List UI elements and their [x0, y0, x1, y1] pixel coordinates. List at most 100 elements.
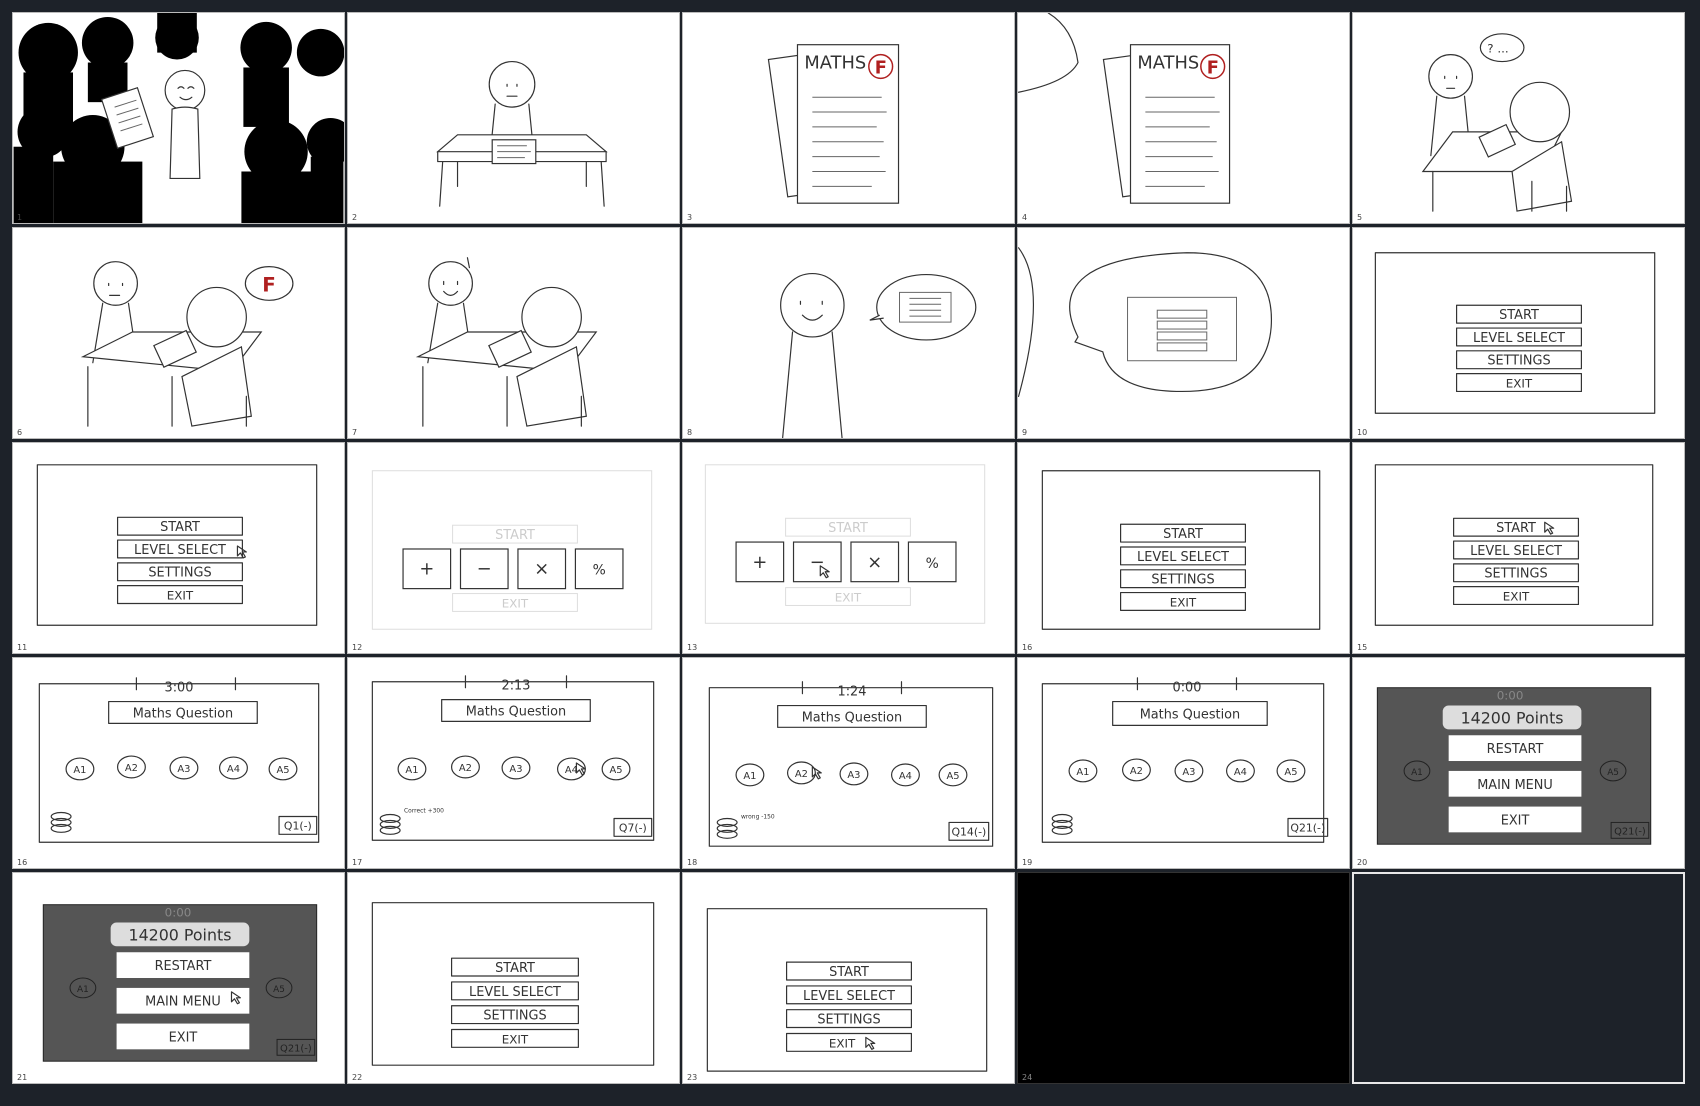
settings-button: SETTINGS — [148, 566, 211, 581]
panel-14: START LEVEL SELECT SETTINGS EXIT 16 — [1017, 442, 1350, 654]
answer-options: A1 A2 A3 A4 A5 — [735, 761, 968, 787]
main-menu: START LEVEL SELECT SETTINGS EXIT — [116, 516, 243, 605]
level-select-button: LEVEL SELECT — [469, 985, 561, 1000]
panel-number: 5 — [1357, 213, 1363, 222]
panel-10: START LEVEL SELECT SETTINGS EXIT 10 — [1352, 227, 1685, 439]
op-plus: + — [419, 559, 434, 580]
answer-options: A1 A2 A3 A4 A5 — [397, 755, 631, 781]
panel-15: START LEVEL SELECT SETTINGS EXIT 15 — [1352, 442, 1685, 654]
start-button: START — [1163, 527, 1203, 542]
panel-number: 6 — [17, 428, 23, 437]
answer-a2: A2 — [459, 763, 472, 774]
settings-button: SETTINGS — [1151, 573, 1214, 588]
op-percent: % — [926, 556, 939, 572]
answer-a3: A3 — [847, 770, 860, 781]
start-button: START — [160, 520, 200, 535]
question-counter: Q21(-) — [280, 1043, 312, 1054]
paper-grade: F — [875, 57, 887, 78]
level-select-button: LEVEL SELECT — [1137, 550, 1229, 565]
op-minus: − — [810, 552, 825, 573]
operation-select: + − × % — [402, 548, 624, 590]
points-total: 14200 Points — [129, 925, 232, 944]
panel-number: 20 — [1357, 858, 1368, 867]
bubble-grade: F — [262, 273, 276, 296]
start-button: START — [1496, 521, 1536, 536]
op-plus: + — [752, 552, 767, 573]
main-menu: START LEVEL SELECT SETTINGS EXIT — [785, 961, 912, 1052]
answer-a3: A3 — [177, 764, 190, 775]
answer-a4: A4 — [1234, 767, 1247, 778]
panel-21: 0:00 14200 Points RESTART MAIN MENU EXIT… — [12, 872, 345, 1084]
panel-13: START EXIT + − × % 13 — [682, 442, 1015, 654]
confused-text: ? ... — [1487, 42, 1508, 56]
main-menu: START LEVEL SELECT SETTINGS EXIT — [1120, 523, 1247, 611]
timer-text: 0:00 — [165, 906, 192, 920]
faded-exit-label: EXIT — [502, 596, 529, 610]
storyboard: 1 2 MATHS F 3 MATHS F 4 ? ... 5 F 6 7 8 … — [0, 0, 1700, 1106]
main-menu: START LEVEL SELECT SETTINGS EXIT — [450, 957, 579, 1048]
failed-test-papers: MATHS F — [767, 44, 900, 204]
panel-22: START LEVEL SELECT SETTINGS EXIT 22 — [347, 872, 680, 1084]
level-select-button: LEVEL SELECT — [803, 989, 895, 1004]
main-menu-button: MAIN MENU — [145, 995, 221, 1010]
question-counter: Q1(-) — [284, 819, 312, 832]
results-exit-button: EXIT — [169, 1030, 198, 1045]
panel-17: 2:13 Maths Question A1 A2 A3 A4 A5 Corre… — [347, 657, 680, 869]
start-button: START — [829, 965, 869, 980]
answer-options: A1 A2 A3 A4 A5 — [65, 755, 298, 781]
settings-button: SETTINGS — [483, 1009, 546, 1024]
answer-a5: A5 — [273, 985, 285, 995]
panel-number: 11 — [17, 643, 28, 652]
panel-number: 9 — [1022, 428, 1028, 437]
panel-number: 16 — [1022, 643, 1033, 652]
panel-number: 10 — [1357, 428, 1368, 437]
paper-subject: MATHS — [804, 52, 866, 73]
cursor-icon — [865, 1036, 876, 1050]
panel-number: 7 — [352, 428, 358, 437]
panel-empty — [1352, 872, 1685, 1084]
panel-number: 4 — [1022, 213, 1028, 222]
op-percent: % — [593, 563, 606, 579]
answer-a5: A5 — [276, 765, 289, 776]
exit-button: EXIT — [502, 1032, 529, 1046]
answer-a2: A2 — [795, 769, 808, 780]
main-menu-button: MAIN MENU — [1477, 778, 1553, 793]
coins-icon — [716, 817, 738, 839]
panel-number: 12 — [352, 643, 363, 652]
level-select-button: LEVEL SELECT — [134, 543, 226, 558]
answer-a2: A2 — [1130, 766, 1143, 777]
panel-number: 21 — [17, 1073, 28, 1082]
student-at-desk — [436, 60, 608, 207]
points-total: 14200 Points — [1461, 708, 1564, 727]
question-label: Maths Question — [466, 704, 566, 719]
question-counter: Q21(-) — [1614, 826, 1646, 837]
answer-a5: A5 — [946, 771, 959, 782]
restart-button: RESTART — [155, 959, 212, 974]
coin-change-note: Correct +300 — [404, 808, 444, 815]
panel-number: 22 — [352, 1073, 363, 1082]
face-nose-outline — [1018, 13, 1079, 93]
panel-11: START LEVEL SELECT SETTINGS EXIT 11 — [12, 442, 345, 654]
answer-a1: A1 — [405, 765, 418, 776]
panel-16: 3:00 Maths Question A1 A2 A3 A4 A5 Q1(-)… — [12, 657, 345, 869]
panel-number: 13 — [687, 643, 698, 652]
panel-2: 2 — [347, 12, 680, 224]
answer-a5: A5 — [609, 765, 622, 776]
panel-number: 2 — [352, 213, 358, 222]
faded-exit-label: EXIT — [835, 590, 862, 604]
panel-number: 15 — [1357, 643, 1368, 652]
panel-19: 0:00 Maths Question A1 A2 A3 A4 A5 Q21(-… — [1017, 657, 1350, 869]
paper-grade: F — [1207, 57, 1219, 78]
op-minus: − — [477, 559, 492, 580]
panel-number: 19 — [1022, 858, 1033, 867]
start-button: START — [495, 961, 535, 976]
panel-12: START EXIT + − × % 12 — [347, 442, 680, 654]
panel-3: MATHS F 3 — [682, 12, 1015, 224]
answer-options: A1 A2 A3 A4 A5 — [1068, 758, 1306, 783]
panel-24: 24 — [1017, 872, 1350, 1084]
timer-text: 3:00 — [165, 681, 194, 696]
level-select-button: LEVEL SELECT — [1470, 544, 1562, 559]
exit-button: EXIT — [167, 589, 194, 603]
panel-number: 1 — [17, 213, 23, 222]
panel-number: 8 — [687, 428, 693, 437]
